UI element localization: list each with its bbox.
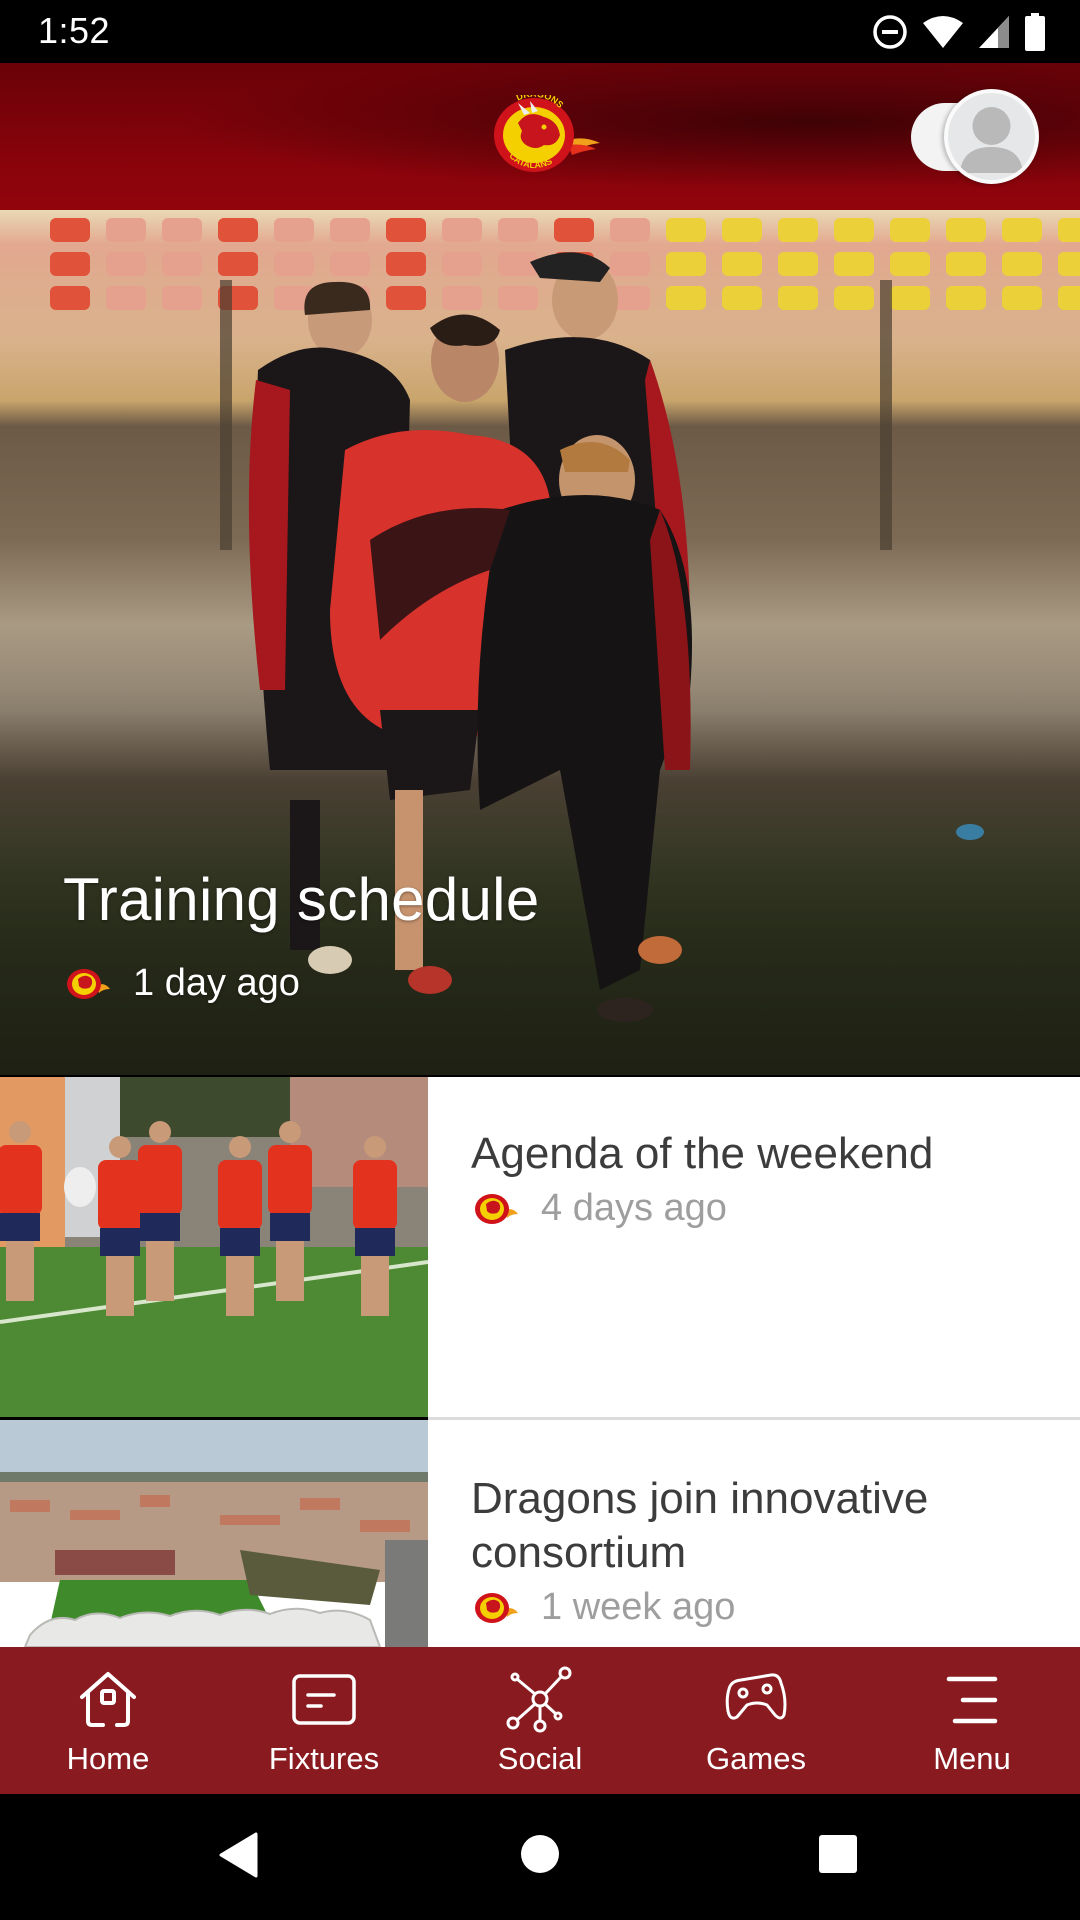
player-head [149,1121,171,1143]
nav-item-social[interactable]: Social [432,1647,648,1794]
player-legs [361,1256,389,1316]
player-jersey [353,1160,397,1230]
player-shorts [270,1213,310,1241]
article-text: Dragons join innovative consortium 1 wee… [471,1472,1050,1629]
club-logo-icon [475,1592,518,1623]
nav-label: Games [706,1741,806,1776]
club-logo-icon [67,968,110,999]
nav-item-home[interactable]: Home [0,1647,216,1794]
player-head [109,1136,131,1158]
nav-label: Social [497,1741,583,1776]
nav-label: Menu [933,1741,1011,1776]
player-shorts [0,1213,40,1241]
rugby-ball [64,1167,96,1207]
article-thumbnail-image-stadium-aerial [0,1420,428,1647]
player-jersey [218,1160,262,1230]
player-legs [146,1241,174,1301]
featured-article-card[interactable]: Training schedule 1 day ago [0,210,1080,1075]
back-button-icon[interactable] [218,1832,258,1878]
nav-item-fixtures[interactable]: Fixtures [216,1647,432,1794]
player-head [229,1136,251,1158]
player-head [9,1121,31,1143]
article-text: Agenda of the weekend 4 days ago [471,1127,1050,1230]
wifi-icon [923,16,963,48]
app-header: DRAGONS CATALANS [0,63,1080,210]
user-avatar-icon [960,107,1023,173]
player-shorts [220,1228,260,1256]
article-title: Agenda of the weekend [471,1129,934,1178]
home-icon [80,1672,136,1727]
battery-icon [1025,13,1045,51]
featured-article-meta: 1 day ago [63,962,300,1005]
player-jersey [268,1145,312,1215]
nav-item-menu[interactable]: Menu [864,1647,1080,1794]
article-title: Dragons join innovative consortium [471,1474,929,1577]
club-logo-icon [475,1193,518,1224]
gamepad-icon [725,1673,787,1720]
article-meta: 4 days ago [471,1187,1050,1230]
featured-article-time: 1 day ago [133,962,300,1004]
article-time: 1 week ago [541,1586,736,1628]
nav-label: Home [66,1741,150,1776]
player-legs [106,1256,134,1316]
article-list-item[interactable]: Agenda of the weekend 4 days ago [0,1077,1080,1417]
fixtures-icon [292,1674,356,1725]
player-head [279,1121,301,1143]
cell-signal-icon [979,16,1009,48]
system-navigation-bar [0,1794,1080,1920]
player-legs [226,1256,254,1316]
menu-icon [946,1676,998,1724]
player-head [364,1136,386,1158]
article-thumbnail [0,1077,428,1417]
recents-button-icon[interactable] [818,1834,858,1874]
player-jersey [98,1160,142,1230]
hero-image-players [220,252,984,1022]
avatar [944,89,1039,184]
home-button-icon[interactable] [520,1834,560,1874]
player-shorts [100,1228,140,1256]
player-shorts [355,1228,395,1256]
player-jersey [0,1145,42,1215]
dragons-catalans-logo[interactable]: DRAGONS CATALANS [478,95,602,175]
article-meta: 1 week ago [471,1586,1050,1629]
do-not-disturb-icon [873,15,907,49]
status-bar: 1:52 [0,0,1080,63]
player-legs [276,1241,304,1301]
featured-article-title: Training schedule [63,866,540,933]
player-jersey [138,1145,182,1215]
player-legs [6,1241,34,1301]
article-thumbnail [0,1420,428,1647]
article-list-item[interactable]: Dragons join innovative consortium 1 wee… [0,1420,1080,1647]
player-shorts [140,1213,180,1241]
nav-item-games[interactable]: Games [648,1647,864,1794]
status-icons [872,12,1046,52]
nav-label: Fixtures [268,1741,380,1776]
profile-avatar-toggle[interactable] [911,89,1039,185]
social-network-icon [506,1666,572,1733]
bottom-navigation: Home Fixtures Social Games Menu [0,1647,1080,1794]
article-thumbnail-image-rugby-players [0,1077,428,1417]
article-time: 4 days ago [541,1187,727,1229]
status-time: 1:52 [38,10,111,51]
